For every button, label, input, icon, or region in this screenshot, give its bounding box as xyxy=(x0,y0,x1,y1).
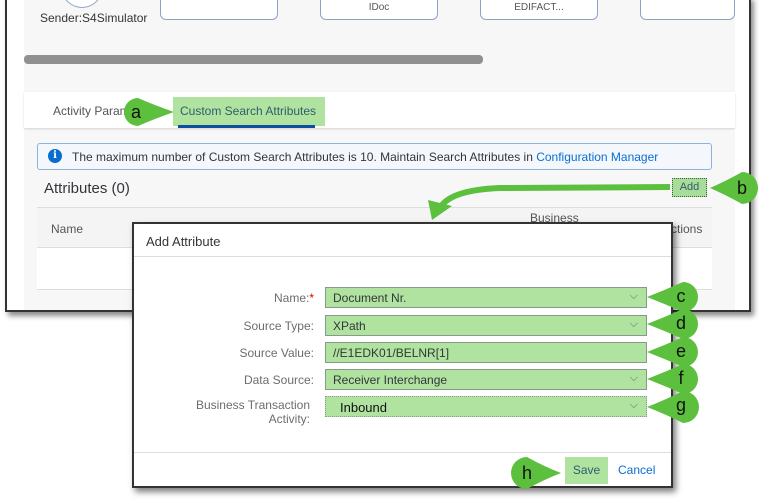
callout-marker-g: g xyxy=(645,390,701,424)
divider xyxy=(134,452,671,453)
chevron-down-icon: ⌵ xyxy=(629,318,638,330)
chevron-down-icon: ⌵ xyxy=(629,399,638,411)
callout-marker-b: b xyxy=(708,171,759,205)
name-select[interactable]: Document Nr. ⌵ xyxy=(325,287,647,308)
required-marker: * xyxy=(309,291,314,305)
chevron-down-icon: ⌵ xyxy=(629,290,638,302)
business-transaction-activity-select[interactable]: Inbound ⌵ xyxy=(325,396,647,417)
source-type-select[interactable]: XPath ⌵ xyxy=(325,315,647,336)
chevron-down-icon: ⌵ xyxy=(629,372,638,384)
cancel-button[interactable]: Cancel xyxy=(618,463,655,477)
name-label: Name:* xyxy=(273,291,314,305)
save-button[interactable]: Save xyxy=(565,457,608,484)
business-transaction-activity-label: Business Transaction Activity: xyxy=(195,398,310,426)
source-value-input[interactable]: //E1EDK01/BELNR[1] xyxy=(325,342,647,363)
source-type-label: Source Type: xyxy=(243,319,315,333)
divider xyxy=(134,256,671,257)
source-value-label: Source Value: xyxy=(239,346,315,360)
add-attribute-dialog: Add Attribute Name:* Document Nr. ⌵ Sourc… xyxy=(132,222,673,488)
dialog-title: Add Attribute xyxy=(146,234,221,249)
callout-marker-a: a xyxy=(118,97,174,127)
callout-marker-h: h xyxy=(505,456,561,490)
data-source-label: Data Source: xyxy=(243,373,314,387)
data-source-select[interactable]: Receiver Interchange ⌵ xyxy=(325,369,647,390)
